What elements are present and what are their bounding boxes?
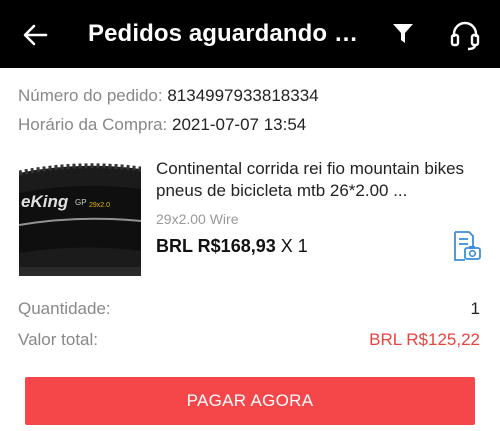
order-number-row: Número do pedido: 8134997933818334 (18, 86, 319, 106)
arrow-left-icon[interactable] (22, 22, 48, 48)
product-image[interactable]: eKing GP 29x2.0 (19, 155, 141, 276)
svg-text:29x2.0: 29x2.0 (89, 202, 110, 209)
filter-icon[interactable] (392, 22, 414, 46)
purchase-time-value: 2021-07-07 13:54 (172, 115, 307, 134)
quantity-label: Quantidade: (18, 299, 111, 318)
total-label: Valor total: (18, 330, 99, 349)
headset-icon[interactable] (448, 18, 482, 52)
page-title: Pedidos aguardando pa... (88, 20, 358, 47)
tire-brand-text: eKing (21, 192, 69, 211)
svg-text:GP: GP (75, 198, 87, 207)
product-sku: 29x2.00 Wire (156, 211, 239, 227)
total-value: BRL R$125,22 (369, 330, 480, 349)
product-title[interactable]: Continental corrida rei fio mountain bik… (156, 158, 486, 202)
product-price: BRL R$168,93 (156, 236, 276, 256)
quantity-value: 1 (470, 299, 480, 318)
purchase-time-label: Horário da Compra: (18, 115, 168, 134)
purchase-time-row: Horário da Compra: 2021-07-07 13:54 (18, 115, 306, 135)
product-quantity: X 1 (280, 236, 308, 256)
order-number-value: 8134997933818334 (167, 86, 319, 105)
pay-now-button[interactable]: PAGAR AGORA (25, 377, 475, 425)
product-price-row: BRL R$168,93 X 1 (156, 236, 308, 257)
order-number-label: Número do pedido: (18, 86, 163, 105)
top-bar: Pedidos aguardando pa... (0, 0, 500, 68)
receipt-photo-icon[interactable] (450, 230, 482, 262)
